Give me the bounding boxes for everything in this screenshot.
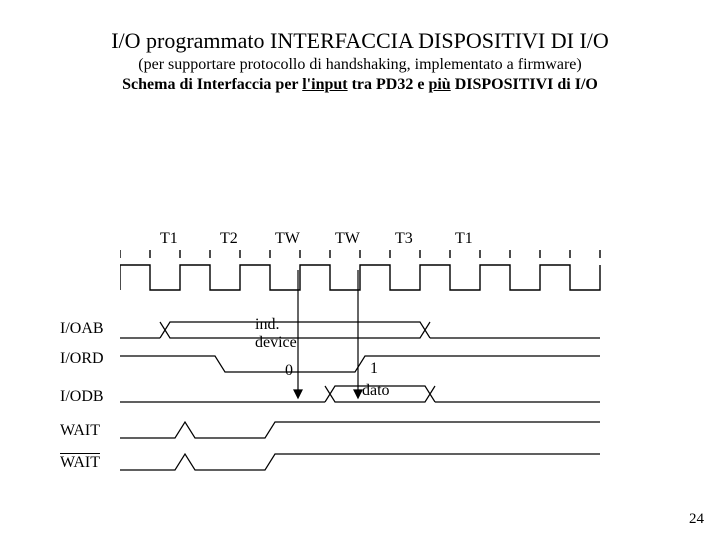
clk-t1b: T1 <box>455 230 473 248</box>
signal-waitbar-wave <box>120 448 600 476</box>
sub2-u2: più <box>428 76 450 93</box>
page-title: I/O programmato INTERFACCIA DISPOSITIVI … <box>0 28 720 54</box>
clk-t3: T3 <box>395 230 413 248</box>
sub2-post: DISPOSITIVI di I/O <box>451 76 598 93</box>
sub2-mid: tra PD32 e <box>348 76 429 93</box>
clk-t1: T1 <box>160 230 178 248</box>
signal-wait-wave <box>120 416 600 444</box>
signal-iodb-label: I/ODB <box>60 388 104 406</box>
sub2-pre: Schema di Interfaccia per <box>122 76 302 93</box>
sub2-u1: l'input <box>302 76 347 93</box>
subtitle-1: (per supportare protocollo di handshakin… <box>0 56 720 74</box>
clock-wave <box>120 250 680 310</box>
clk-tw2: TW <box>335 230 360 248</box>
signal-wait-label: WAIT <box>60 422 100 440</box>
clk-t2: T2 <box>220 230 238 248</box>
page-number: 24 <box>689 511 704 528</box>
clk-tw1: TW <box>275 230 300 248</box>
arrow-tw1 <box>292 270 312 400</box>
signal-iord-label: I/ORD <box>60 350 104 368</box>
signal-waitbar-label: WAIT <box>60 454 100 472</box>
subtitle-2: Schema di Interfaccia per l'input tra PD… <box>0 76 720 94</box>
signal-ioab-label: I/OAB <box>60 320 104 338</box>
arrow-tw2 <box>352 270 372 400</box>
